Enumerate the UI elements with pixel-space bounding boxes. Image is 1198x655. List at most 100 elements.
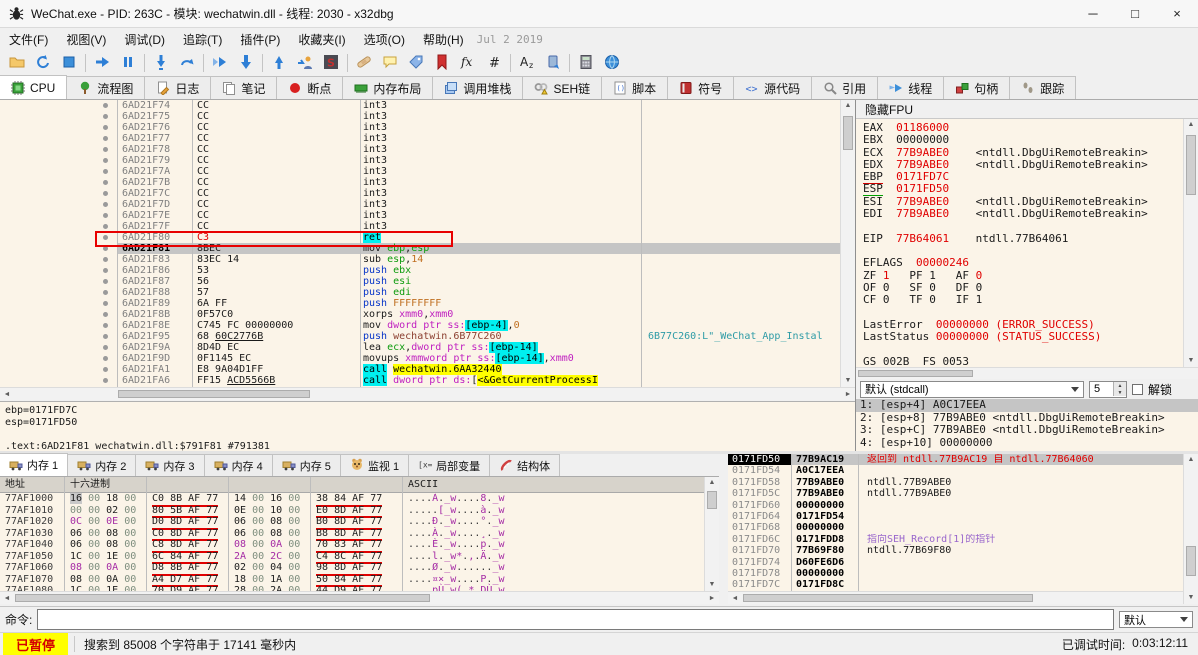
menu-item-4[interactable]: 追踪(T) xyxy=(174,28,231,51)
execute-till-return-button[interactable] xyxy=(233,51,259,75)
disasm-row-6AD21F9D[interactable]: 6AD21F9D0F1145 ECmovups xmmword ptr ss:[… xyxy=(0,353,840,364)
breakpoint-dot[interactable] xyxy=(103,301,108,306)
breakpoint-dot[interactable] xyxy=(103,323,108,328)
registers-horizontal-scrollbar[interactable] xyxy=(856,367,1198,379)
functions-button[interactable]: fx xyxy=(455,51,481,75)
tab-CPU[interactable]: CPU xyxy=(0,75,67,99)
spin-up-icon[interactable]: ▲ xyxy=(1114,382,1126,389)
stack-row-0171FD54[interactable]: 0171FD54A0C17EEA xyxy=(728,465,1183,476)
tab-调用堆栈[interactable]: 调用堆栈 xyxy=(432,76,523,99)
disasm-row-6AD21F83[interactable]: 6AD21F8383EC 14sub esp,14 xyxy=(0,254,840,265)
breakpoint-dot[interactable] xyxy=(103,312,108,317)
breakpoint-dot[interactable] xyxy=(103,114,108,119)
open-file-button[interactable] xyxy=(4,51,30,75)
disasm-row-6AD21F7E[interactable]: 6AD21F7ECCint3 xyxy=(0,210,840,221)
pause-button[interactable] xyxy=(115,51,141,75)
menu-item-3[interactable]: 调试(D) xyxy=(115,28,174,51)
dump-tab-局部变量[interactable]: [x=]局部变量 xyxy=(408,454,490,476)
hide-fpu-button[interactable]: 隐藏FPU xyxy=(856,100,1198,119)
menu-item-2[interactable]: 视图(V) xyxy=(57,28,115,51)
register-line-17[interactable]: LastStatus 00000000 (STATUS_SUCCESS) xyxy=(863,331,1183,343)
tab-断点[interactable]: 断点 xyxy=(276,76,343,99)
disasm-row-6AD21F7C[interactable]: 6AD21F7CCCint3 xyxy=(0,188,840,199)
bookmarks-button[interactable] xyxy=(429,51,455,75)
stack-horizontal-scrollbar[interactable]: ◄ xyxy=(728,591,1183,604)
argument-row-4[interactable]: 4: [esp+10] 00000000 xyxy=(856,437,1198,450)
tab-源代码[interactable]: <>源代码 xyxy=(733,76,812,99)
stack-row-0171FD70[interactable]: 0171FD7077B69F80ntdll.77B69F80 xyxy=(728,545,1183,556)
breakpoint-dot[interactable] xyxy=(103,158,108,163)
stack-row-0171FD6C[interactable]: 0171FD6C0171FDD8指向SEH_Record[1]的指针 xyxy=(728,534,1183,545)
tab-流程图[interactable]: 流程图 xyxy=(66,76,145,99)
tab-符号[interactable]: 符号 xyxy=(667,76,734,99)
patches-button[interactable] xyxy=(351,51,377,75)
breakpoint-dot[interactable] xyxy=(103,257,108,262)
stack-row-0171FD58[interactable]: 0171FD5877B9ABE0ntdll.77B9ABE0 xyxy=(728,477,1183,488)
dump-row-77AF1060[interactable]: 77AF106008 00 0A 00D8 8B AF 7702 00 04 0… xyxy=(0,562,704,574)
stack-row-0171FD60[interactable]: 0171FD6000000000 xyxy=(728,500,1183,511)
labels-button[interactable] xyxy=(403,51,429,75)
register-line-9[interactable]: EIP 77B64061 ntdll.77B64061 xyxy=(863,233,1183,245)
dump-row-77AF1020[interactable]: 77AF10200C 00 0E 00D0 8D AF 7706 00 08 0… xyxy=(0,516,704,528)
disasm-row-6AD21F76[interactable]: 6AD21F76CCint3 xyxy=(0,122,840,133)
disasm-row-6AD21F95[interactable]: 6AD21F9568 60C2776Bpush wechatwin.6B77C2… xyxy=(0,331,840,342)
dump-row-77AF1050[interactable]: 77AF10501C 00 1E 006C 84 AF 772A 00 2C 0… xyxy=(0,551,704,563)
run-to-cursor-button[interactable] xyxy=(207,51,233,75)
breakpoint-dot[interactable] xyxy=(103,202,108,207)
disasm-row-6AD21F80[interactable]: 6AD21F80C3ret xyxy=(0,232,840,243)
disasm-row-6AD21F7A[interactable]: 6AD21F7ACCint3 xyxy=(0,166,840,177)
dump-row-77AF1040[interactable]: 77AF104006 00 08 00C8 8D AF 7708 00 0A 0… xyxy=(0,539,704,551)
dump-tab-内存 2[interactable]: 内存 2 xyxy=(67,454,136,476)
disasm-row-6AD21F7D[interactable]: 6AD21F7DCCint3 xyxy=(0,199,840,210)
breakpoint-dot[interactable] xyxy=(103,180,108,185)
breakpoint-dot[interactable] xyxy=(103,290,108,295)
stack-row-0171FD64[interactable]: 0171FD640171FD54 xyxy=(728,511,1183,522)
step-over-button[interactable] xyxy=(174,51,200,75)
dump-row-77AF1030[interactable]: 77AF103006 00 08 00C0 8D AF 7706 00 08 0… xyxy=(0,528,704,540)
register-line-19[interactable]: GS 002B FS 0053 xyxy=(863,356,1183,367)
disasm-row-6AD21F75[interactable]: 6AD21F75CCint3 xyxy=(0,111,840,122)
disasm-row-6AD21F81[interactable]: 6AD21F818BECmov ebp,esp xyxy=(0,243,840,254)
dump-tab-内存 3[interactable]: 内存 3 xyxy=(135,454,204,476)
stack-row-0171FD74[interactable]: 0171FD74D60FE6D6 xyxy=(728,557,1183,568)
disasm-row-6AD21FA1[interactable]: 6AD21FA1E8 9A04D1FFcall wechatwin.6AA324… xyxy=(0,364,840,375)
disasm-row-6AD21F9A[interactable]: 6AD21F9A8D4D EClea ecx,dword ptr ss:[ebp… xyxy=(0,342,840,353)
dump-tab-结构体[interactable]: 结构体 xyxy=(489,454,560,476)
breakpoint-dot[interactable] xyxy=(103,224,108,229)
menu-item-6[interactable]: 收藏夹(I) xyxy=(289,28,354,51)
disasm-row-6AD21F88[interactable]: 6AD21F8857push edi xyxy=(0,287,840,298)
stack-row-0171FD50[interactable]: 0171FD5077B9AC19返回到 ntdll.77B9AC19 自 ntd… xyxy=(728,454,1183,465)
tab-内存布局[interactable]: 内存布局 xyxy=(342,76,433,99)
disasm-row-6AD21F74[interactable]: 6AD21F74CCint3 xyxy=(0,100,840,111)
dump-tab-内存 1[interactable]: 内存 1 xyxy=(0,453,68,476)
breakpoint-dot[interactable] xyxy=(103,345,108,350)
register-line-7[interactable]: EDI 77B9ABE0 <ntdll.DbgUiRemoteBreakin> xyxy=(863,208,1183,220)
breakpoint-dot[interactable] xyxy=(103,235,108,240)
breakpoint-dot[interactable] xyxy=(103,356,108,361)
dump-row-77AF1070[interactable]: 77AF107008 00 0A 00A4 D7 AF 7718 00 1A 0… xyxy=(0,574,704,586)
breakpoint-dot[interactable] xyxy=(103,125,108,130)
breakpoint-dot[interactable] xyxy=(103,136,108,141)
disassembly-vertical-scrollbar[interactable]: ▲▼ xyxy=(840,100,855,387)
step-out-button[interactable] xyxy=(266,51,292,75)
calculator-button[interactable] xyxy=(573,51,599,75)
dump-vertical-scrollbar[interactable]: ▲▼ xyxy=(704,477,719,591)
disassembly-horizontal-scrollbar[interactable]: ◄► xyxy=(0,387,855,400)
breakpoint-dot[interactable] xyxy=(103,378,108,383)
tab-脚本[interactable]: ()脚本 xyxy=(601,76,668,99)
attach-button[interactable] xyxy=(540,51,566,75)
menu-item-8[interactable]: 帮助(H) xyxy=(414,28,473,51)
close-button[interactable]: × xyxy=(1156,0,1198,27)
breakpoint-dot[interactable] xyxy=(103,268,108,273)
strings-button[interactable]: Az xyxy=(514,51,540,75)
run-to-user-code-button[interactable] xyxy=(292,51,318,75)
tab-句柄[interactable]: 句柄 xyxy=(943,76,1010,99)
tab-笔记[interactable]: 笔记 xyxy=(210,76,277,99)
disasm-row-6AD21F7B[interactable]: 6AD21F7BCCint3 xyxy=(0,177,840,188)
breakpoint-dot[interactable] xyxy=(103,279,108,284)
breakpoint-dot[interactable] xyxy=(103,213,108,218)
breakpoint-dot[interactable] xyxy=(103,334,108,339)
disasm-row-6AD21F86[interactable]: 6AD21F8653push ebx xyxy=(0,265,840,276)
tab-跟踪[interactable]: 跟踪 xyxy=(1009,76,1076,99)
menu-item-7[interactable]: 选项(O) xyxy=(355,28,414,51)
